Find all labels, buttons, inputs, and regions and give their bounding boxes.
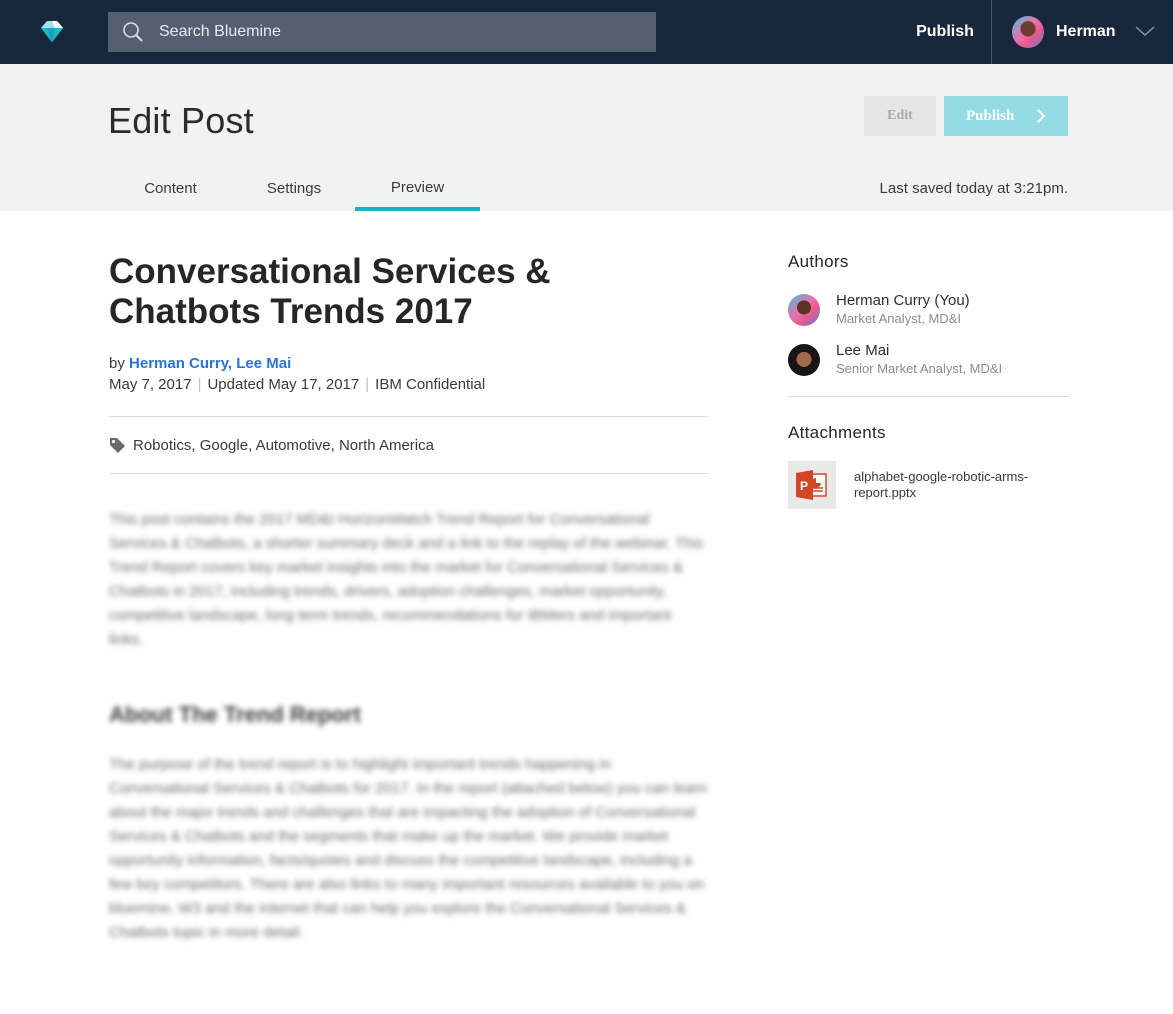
avatar: [788, 294, 820, 326]
user-avatar[interactable]: [1012, 16, 1044, 48]
tab-settings[interactable]: Settings: [233, 164, 355, 211]
divider: [109, 473, 708, 474]
file-thumbnail: P: [788, 461, 836, 509]
post-sidebar: Authors Herman Curry (You) Market Analys…: [788, 252, 1069, 509]
author-item[interactable]: Herman Curry (You) Market Analyst, MD&I: [788, 292, 1069, 328]
tag-icon: [110, 437, 125, 453]
attachment-file-name[interactable]: alphabet-google-robotic-arms-report.pptx: [854, 469, 1064, 501]
author-role: Senior Market Analyst, MD&I: [836, 361, 1003, 376]
post-date: May 7, 2017: [109, 376, 192, 393]
byline-prefix: by: [109, 355, 125, 372]
chevron-right-icon: [1037, 109, 1046, 123]
post-title: Conversational Services & Chatbots Trend…: [109, 252, 551, 331]
author-role: Market Analyst, MD&I: [836, 311, 961, 326]
post-updated: Updated May 17, 2017: [207, 376, 360, 393]
post-tabs: Content Settings Preview: [108, 164, 480, 211]
powerpoint-icon: P: [796, 470, 827, 500]
tags-list[interactable]: Robotics, Google, Automotive, North Amer…: [133, 437, 434, 454]
search-bar[interactable]: [108, 12, 656, 52]
divider: [788, 396, 1069, 397]
top-nav-bar: Publish Herman: [0, 0, 1173, 64]
authors-heading: Authors: [788, 252, 849, 271]
section-heading: About The Trend Report: [109, 702, 361, 727]
bluemine-logo-icon[interactable]: [37, 20, 67, 44]
chevron-down-icon[interactable]: [1134, 24, 1156, 38]
author-links[interactable]: Herman Curry, Lee Mai: [129, 355, 291, 372]
search-icon: [123, 22, 143, 42]
tab-preview[interactable]: Preview: [355, 164, 480, 211]
post-classification: IBM Confidential: [375, 376, 486, 393]
publish-button[interactable]: Publish: [944, 96, 1068, 136]
avatar: [788, 344, 820, 376]
user-name[interactable]: Herman: [1056, 0, 1116, 64]
author-name: Herman Curry (You): [836, 292, 970, 309]
page-header: Edit Post Edit Publish Content Settings …: [0, 64, 1173, 211]
section-body: The purpose of the trend report is to hi…: [109, 756, 707, 941]
post-tags: Robotics, Google, Automotive, North Amer…: [109, 417, 708, 473]
post-preview: Conversational Services & Chatbots Trend…: [109, 252, 708, 945]
meta-separator: |: [197, 376, 202, 393]
author-name: Lee Mai: [836, 342, 890, 359]
search-input[interactable]: [159, 12, 639, 52]
byline: by Herman Curry, Lee Mai: [109, 355, 708, 372]
attachments-heading: Attachments: [788, 423, 886, 442]
edit-button[interactable]: Edit: [864, 96, 936, 136]
publish-button-label: Publish: [966, 107, 1015, 124]
post-intro: This post contains the 2017 MD&I Horizon…: [109, 511, 704, 648]
nav-publish-link[interactable]: Publish: [900, 0, 990, 64]
meta-separator: |: [365, 376, 370, 393]
tab-content[interactable]: Content: [108, 164, 233, 211]
nav-divider: [991, 0, 992, 64]
attachment-item[interactable]: P alphabet-google-robotic-arms-report.pp…: [788, 461, 1069, 509]
svg-text:P: P: [800, 479, 808, 493]
page-title: Edit Post: [108, 100, 254, 141]
author-item[interactable]: Lee Mai Senior Market Analyst, MD&I: [788, 342, 1069, 378]
post-meta: May 7, 2017 | Updated May 17, 2017 | IBM Con…: [109, 376, 708, 393]
last-saved-status: Last saved today at 3:21pm.: [879, 180, 1068, 197]
